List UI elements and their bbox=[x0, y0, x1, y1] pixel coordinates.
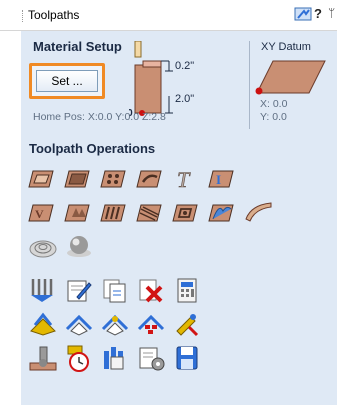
3d-projection-icon[interactable] bbox=[27, 231, 59, 261]
copy-toolpath-icon[interactable] bbox=[99, 275, 131, 305]
panel-title: Toolpaths bbox=[28, 8, 80, 22]
svg-text:V: V bbox=[35, 207, 44, 221]
set-button-highlight: Set ... bbox=[29, 63, 105, 99]
delete-toolpath-icon[interactable] bbox=[135, 275, 167, 305]
tool-database-icon[interactable] bbox=[99, 343, 131, 373]
toolpaths-panel: Toolpaths ? ᛘ Material Setup XY Datum Se… bbox=[0, 0, 337, 405]
simulate-toolpath-icon[interactable] bbox=[27, 343, 59, 373]
profile-toolpath-icon[interactable] bbox=[27, 163, 59, 193]
gadget-tools-icon[interactable] bbox=[171, 309, 203, 339]
pin-panel-icon[interactable]: ᛘ bbox=[328, 6, 335, 20]
drag-grip[interactable] bbox=[22, 10, 25, 22]
load-template-icon[interactable] bbox=[99, 309, 131, 339]
v-carve-text-icon[interactable]: T bbox=[171, 163, 203, 193]
datum-x-value: X: 0.0 bbox=[260, 98, 288, 110]
toolpath-template-icon[interactable] bbox=[27, 309, 59, 339]
prism-carving-icon[interactable] bbox=[63, 197, 95, 227]
time-estimate-icon[interactable] bbox=[63, 343, 95, 373]
help-button[interactable]: ? bbox=[314, 6, 322, 21]
edit-toolpath-icon[interactable] bbox=[63, 275, 95, 305]
texture-toolpath-icon[interactable] bbox=[135, 197, 167, 227]
drilling-toolpath-icon[interactable] bbox=[99, 163, 131, 193]
home-position-text: Home Pos: X:0.0 Y:0.0 Z:2.8 bbox=[33, 111, 166, 123]
toolpaths-content: Material Setup XY Datum Set ... 0.2" 2.0… bbox=[21, 31, 337, 405]
quick-engrave-icon[interactable] bbox=[135, 163, 167, 193]
svg-text:I: I bbox=[216, 172, 221, 187]
v-carve-icon[interactable]: V bbox=[27, 197, 59, 227]
fluting-toolpath-icon[interactable] bbox=[99, 197, 131, 227]
post-processor-icon[interactable] bbox=[135, 343, 167, 373]
panel-titlebar: Toolpaths ? ᛘ bbox=[0, 0, 337, 31]
moulding-toolpath-icon[interactable] bbox=[171, 197, 203, 227]
toolpath-summary-icon[interactable] bbox=[171, 275, 203, 305]
pocket-toolpath-icon[interactable] bbox=[63, 163, 95, 193]
svg-text:T: T bbox=[177, 167, 191, 192]
inlay-toolpath-icon[interactable]: I bbox=[207, 163, 239, 193]
thickness-label: 0.2" bbox=[175, 60, 194, 72]
template-grid-icon[interactable] bbox=[135, 309, 167, 339]
view-toggle-icon[interactable] bbox=[294, 6, 312, 22]
material-setup-heading: Material Setup bbox=[33, 39, 122, 54]
depth-label: 2.0" bbox=[175, 93, 194, 105]
datum-marker bbox=[255, 87, 263, 95]
material-set-button[interactable]: Set ... bbox=[36, 70, 98, 92]
toolpath-operations-heading: Toolpath Operations bbox=[29, 141, 156, 156]
merge-toolpaths-icon[interactable] bbox=[27, 275, 59, 305]
xy-datum-heading: XY Datum bbox=[261, 41, 311, 53]
3d-roughing-icon[interactable] bbox=[207, 197, 239, 227]
datum-y-value: Y: 0.0 bbox=[260, 111, 287, 123]
xy-datum-diagram[interactable] bbox=[253, 55, 333, 95]
3d-ball-icon[interactable] bbox=[63, 231, 95, 261]
save-template-icon[interactable] bbox=[63, 309, 95, 339]
save-toolpath-icon[interactable] bbox=[171, 343, 203, 373]
section-divider bbox=[249, 41, 250, 129]
3d-finishing-icon[interactable] bbox=[243, 197, 275, 227]
